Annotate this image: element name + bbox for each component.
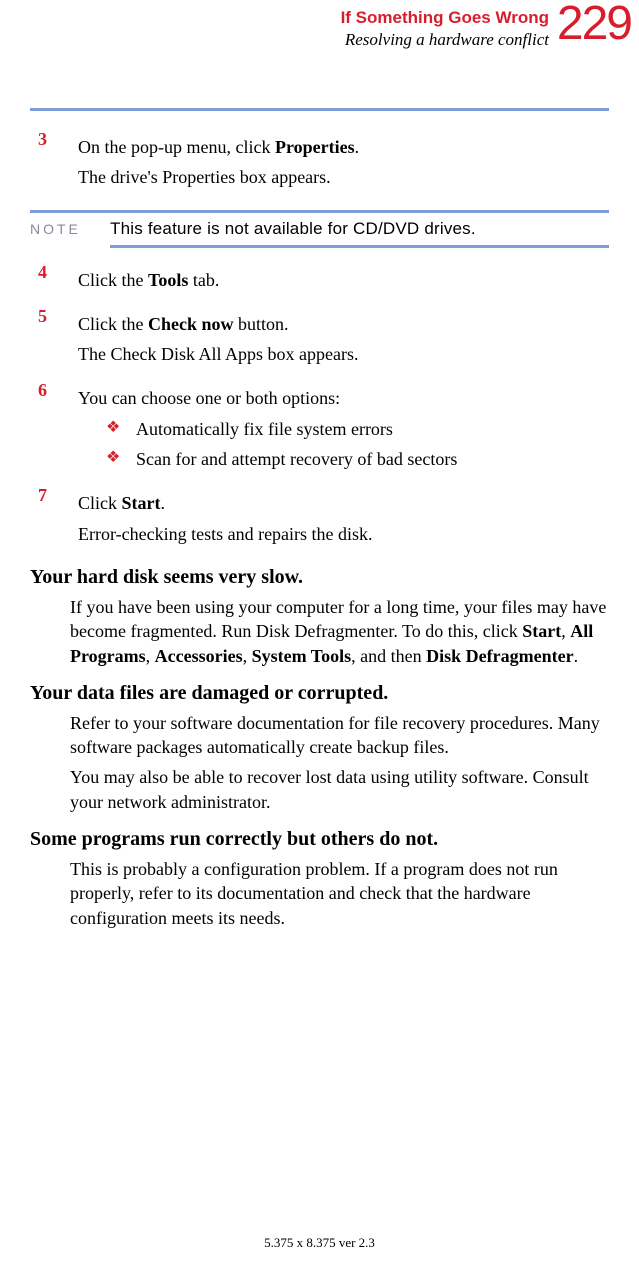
page-header: If Something Goes Wrong Resolving a hard…: [0, 0, 639, 78]
step-7: 7 Click Start. Error-checking tests and …: [30, 485, 609, 552]
step-3: 3 On the pop-up menu, click Properties. …: [30, 129, 609, 196]
page-content: 3 On the pop-up menu, click Properties. …: [0, 111, 639, 930]
step-text: Click Start.: [78, 491, 609, 515]
step-number: 5: [30, 306, 78, 373]
step-body: On the pop-up menu, click Properties. Th…: [78, 129, 609, 196]
text: .: [161, 493, 166, 513]
step-text: You can choose one or both options:: [78, 386, 609, 410]
bullet-icon: ❖: [106, 447, 136, 471]
header-text-block: If Something Goes Wrong Resolving a hard…: [341, 8, 549, 50]
text: Click the: [78, 314, 148, 334]
bullet-item: ❖ Automatically fix file system errors: [106, 417, 609, 441]
bold-text: Start: [122, 493, 161, 513]
page-number: 229: [557, 0, 631, 51]
note-bottom-rule: [110, 245, 609, 248]
paragraph: You may also be able to recover lost dat…: [70, 765, 609, 814]
bullet-list: ❖ Automatically fix file system errors ❖…: [106, 417, 609, 472]
bold-text: Disk Defragmenter: [426, 646, 573, 666]
step-body: Click Start. Error-checking tests and re…: [78, 485, 609, 552]
paragraph: Refer to your software documentation for…: [70, 711, 609, 760]
step-body: You can choose one or both options: ❖ Au…: [78, 380, 609, 477]
step-text: The Check Disk All Apps box appears.: [78, 342, 609, 366]
bold-text: Tools: [148, 270, 188, 290]
step-number: 4: [30, 262, 78, 298]
paragraph: This is probably a configuration problem…: [70, 857, 609, 930]
text: ,: [561, 621, 570, 641]
text: button.: [234, 314, 289, 334]
chapter-title: If Something Goes Wrong: [341, 8, 549, 28]
bullet-text: Automatically fix file system errors: [136, 417, 393, 441]
bullet-text: Scan for and attempt recovery of bad sec…: [136, 447, 457, 471]
bold-text: Accessories: [155, 646, 243, 666]
text: .: [355, 137, 360, 157]
text: On the pop-up menu, click: [78, 137, 275, 157]
bullet-icon: ❖: [106, 417, 136, 441]
bullet-item: ❖ Scan for and attempt recovery of bad s…: [106, 447, 609, 471]
step-6: 6 You can choose one or both options: ❖ …: [30, 380, 609, 477]
step-5: 5 Click the Check now button. The Check …: [30, 306, 609, 373]
text: ,: [243, 646, 252, 666]
heading-slow-disk: Your hard disk seems very slow.: [30, 566, 609, 589]
bold-text: Start: [522, 621, 561, 641]
section-subtitle: Resolving a hardware conflict: [341, 30, 549, 50]
text: ,: [146, 646, 155, 666]
step-body: Click the Tools tab.: [78, 262, 609, 298]
step-4: 4 Click the Tools tab.: [30, 262, 609, 298]
heading-damaged-files: Your data files are damaged or corrupted…: [30, 682, 609, 705]
note-box: NOTE This feature is not available for C…: [30, 210, 609, 248]
note-label: NOTE: [30, 219, 110, 237]
step-number: 3: [30, 129, 78, 196]
step-number: 6: [30, 380, 78, 477]
note-row: NOTE This feature is not available for C…: [30, 213, 609, 245]
step-body: Click the Check now button. The Check Di…: [78, 306, 609, 373]
text: Click the: [78, 270, 148, 290]
note-text: This feature is not available for CD/DVD…: [110, 219, 476, 239]
page-footer: 5.375 x 8.375 ver 2.3: [0, 1235, 639, 1251]
step-text: Error-checking tests and repairs the dis…: [78, 522, 609, 546]
step-number: 7: [30, 485, 78, 552]
bold-text: Check now: [148, 314, 234, 334]
text: tab.: [188, 270, 219, 290]
text: Click: [78, 493, 122, 513]
step-text: Click the Check now button.: [78, 312, 609, 336]
step-text: Click the Tools tab.: [78, 268, 609, 292]
paragraph: If you have been using your computer for…: [70, 595, 609, 668]
bold-text: System Tools: [252, 646, 352, 666]
step-text: On the pop-up menu, click Properties.: [78, 135, 609, 159]
bold-text: Properties: [275, 137, 355, 157]
step-text: The drive's Properties box appears.: [78, 165, 609, 189]
text: , and then: [351, 646, 426, 666]
text: .: [574, 646, 579, 666]
heading-programs: Some programs run correctly but others d…: [30, 828, 609, 851]
